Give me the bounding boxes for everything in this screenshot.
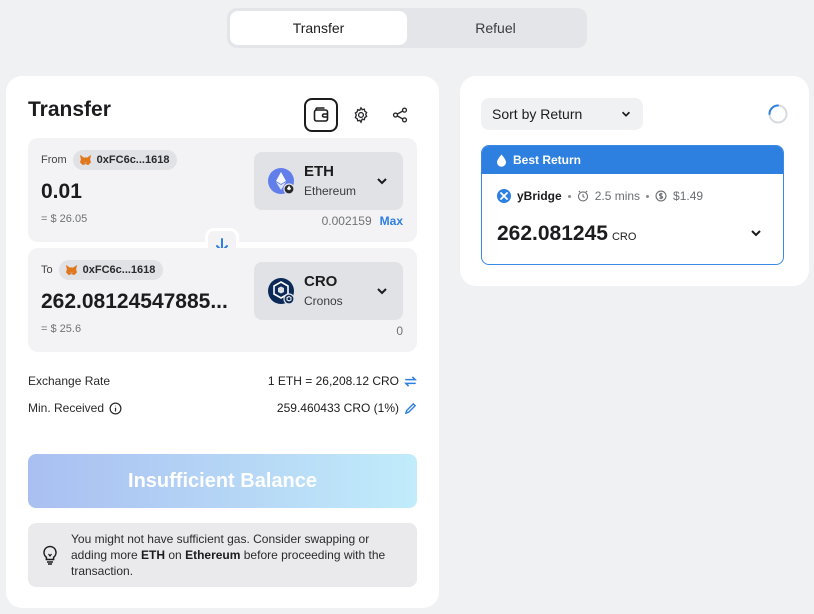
- chevron-down-icon: [377, 178, 387, 185]
- gas-warning-text: You might not have sufficient gas. Consi…: [71, 531, 406, 579]
- gear-icon: [354, 106, 368, 124]
- exchange-rate-value: 1 ETH = 26,208.12 CRO: [267, 374, 399, 388]
- to-balance-row: 0: [396, 324, 403, 338]
- best-return-label: Best Return: [513, 153, 582, 167]
- chevron-down-icon: [377, 288, 387, 295]
- eth-icon: [268, 168, 295, 195]
- best-route-card[interactable]: Best Return yBridge 2.5 mins $1.49 262.0…: [481, 145, 784, 265]
- from-balance: 0.002159: [321, 214, 372, 228]
- to-address-chip[interactable]: 0xFC6c...1618: [58, 260, 164, 280]
- share-icon: [392, 107, 408, 123]
- from-token-selector[interactable]: ETH Ethereum: [254, 152, 403, 210]
- route-amount: 262.081245 CRO: [497, 222, 636, 246]
- bridge-name: yBridge: [517, 189, 562, 203]
- mode-tabs: Transfer Refuel: [227, 8, 587, 48]
- best-return-header: Best Return: [482, 146, 783, 174]
- to-panel: To 0xFC6c...1618 262.08124547885... = $ …: [28, 248, 417, 352]
- from-balance-row: 0.002159 Max: [322, 214, 403, 228]
- to-label: To: [41, 264, 53, 276]
- from-address-chip[interactable]: 0xFC6c...1618: [72, 150, 178, 170]
- from-usd-value: = $ 26.05: [41, 213, 88, 225]
- to-token-selector[interactable]: CRO Cronos: [254, 262, 403, 320]
- gas-note-token: ETH: [141, 548, 166, 562]
- separator-dot: [646, 194, 650, 198]
- cro-icon: [268, 278, 295, 305]
- share-button[interactable]: [383, 98, 417, 132]
- route-amount-value: 262.081245: [497, 222, 608, 245]
- to-usd-value: = $ 25.6: [41, 323, 82, 335]
- clock-icon: [577, 190, 588, 202]
- from-token-symbol: ETH: [304, 163, 334, 180]
- exchange-rate-row: Exchange Rate 1 ETH = 26,208.12 CRO: [28, 374, 417, 388]
- tab-refuel[interactable]: Refuel: [407, 11, 584, 45]
- dollar-coin-icon: [655, 190, 667, 202]
- max-button[interactable]: Max: [380, 214, 403, 228]
- route-time: 2.5 mins: [594, 189, 641, 203]
- drop-icon: [497, 154, 506, 167]
- route-amount-unit: CRO: [611, 231, 637, 243]
- to-token-symbol: CRO: [304, 273, 338, 290]
- from-address: 0xFC6c...1618: [96, 154, 170, 166]
- edit-icon[interactable]: [404, 402, 417, 415]
- sort-dropdown[interactable]: Sort by Return: [481, 98, 643, 130]
- insufficient-balance-button[interactable]: Insufficient Balance: [28, 454, 417, 508]
- to-address: 0xFC6c...1618: [82, 264, 156, 276]
- min-received-row: Min. Received 259.460433 CRO (1%): [28, 401, 417, 415]
- tab-transfer[interactable]: Transfer: [230, 11, 407, 45]
- route-fee: $1.49: [673, 189, 704, 203]
- wallet-icon: [313, 107, 329, 122]
- sort-label: Sort by Return: [492, 106, 583, 122]
- to-balance: 0: [396, 324, 403, 338]
- chevron-down-icon[interactable]: [749, 226, 763, 240]
- to-amount: 262.08124547885...: [41, 290, 228, 313]
- gas-note-text-2: on: [165, 548, 186, 562]
- settings-button[interactable]: [344, 98, 378, 132]
- route-meta: yBridge 2.5 mins $1.49: [497, 189, 703, 203]
- from-row: From 0xFC6c...1618: [41, 150, 178, 170]
- min-received-label: Min. Received: [28, 401, 105, 415]
- metamask-icon: [65, 264, 77, 276]
- loading-spinner-icon: [768, 104, 788, 124]
- metamask-icon: [79, 154, 91, 166]
- swap-rate-icon[interactable]: [404, 375, 417, 388]
- transfer-card: Transfer From 0xFC6c...1618 0.01 = $ 26.…: [6, 76, 439, 608]
- separator-dot: [567, 194, 571, 198]
- from-token-chain: Ethereum: [304, 184, 357, 198]
- to-token-chain: Cronos: [304, 294, 343, 308]
- exchange-rate-label: Exchange Rate: [28, 374, 111, 388]
- ybridge-icon: [497, 189, 511, 203]
- gas-note-chain: Ethereum: [185, 548, 241, 562]
- wallet-button[interactable]: [304, 98, 338, 132]
- from-amount-input[interactable]: 0.01: [41, 180, 82, 204]
- page-title: Transfer: [28, 98, 111, 121]
- lightbulb-icon: [43, 545, 57, 565]
- info-icon[interactable]: [109, 402, 122, 415]
- from-label: From: [41, 154, 67, 166]
- to-row: To 0xFC6c...1618: [41, 260, 164, 280]
- routes-card: Sort by Return Best Return yBridge 2.5 m…: [460, 76, 809, 286]
- chevron-down-icon: [621, 111, 631, 117]
- from-panel: From 0xFC6c...1618 0.01 = $ 26.05 ETH Et…: [28, 138, 417, 242]
- min-received-value: 259.460433 CRO (1%): [276, 401, 399, 415]
- gas-warning: You might not have sufficient gas. Consi…: [28, 523, 417, 587]
